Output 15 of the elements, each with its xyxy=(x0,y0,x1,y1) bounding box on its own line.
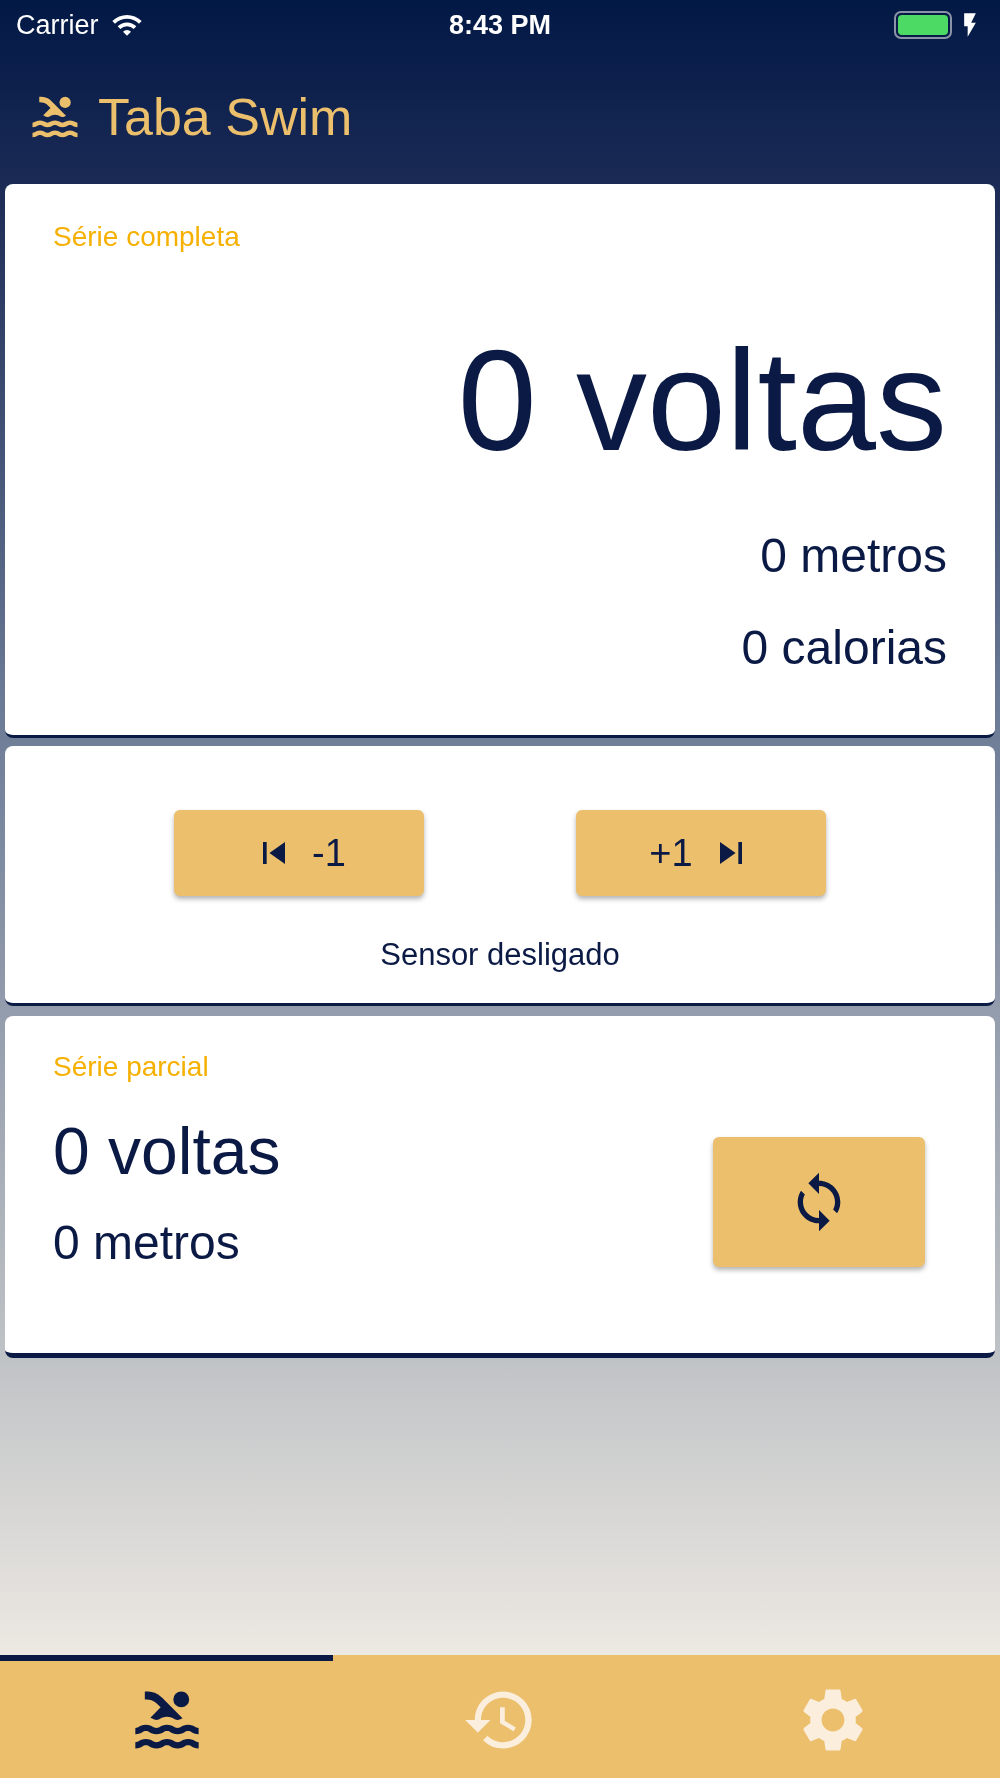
carrier-name: Carrier xyxy=(16,8,99,42)
app-title: Taba Swim xyxy=(98,86,353,148)
lap-count: 0 voltas xyxy=(53,1113,282,1190)
card-label: Série parcial xyxy=(53,1050,210,1084)
distance: 0 metros xyxy=(53,1214,241,1271)
battery-icon xyxy=(894,11,952,39)
distance: 0 metros xyxy=(760,528,947,584)
reset-button[interactable] xyxy=(713,1137,925,1267)
step-button[interactable]: -1 xyxy=(174,810,424,896)
lap-count: 0 voltas xyxy=(457,330,947,472)
step-button[interactable]: +1 xyxy=(576,810,826,896)
sensor-status: Sensor desligado xyxy=(380,936,620,974)
status-time: 8:43 PM xyxy=(448,8,551,42)
calories: 0 calorias xyxy=(741,620,947,676)
card-label: Série completa xyxy=(53,220,241,254)
